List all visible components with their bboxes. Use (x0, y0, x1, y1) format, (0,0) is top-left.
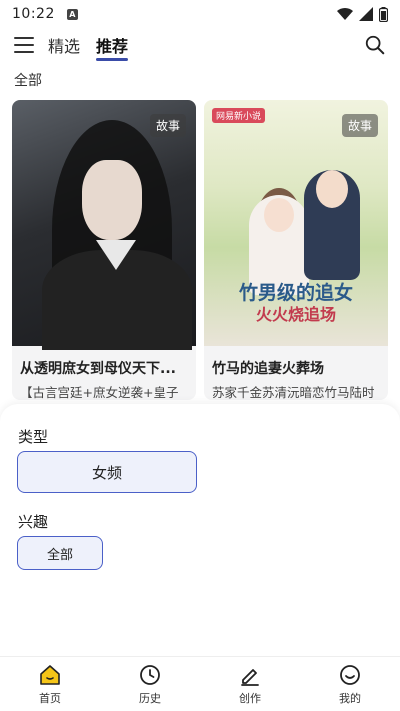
smile-icon (340, 664, 360, 685)
nav-create[interactable]: 创作 (200, 657, 300, 711)
nav-home[interactable]: 首页 (0, 657, 100, 711)
wifi-icon (337, 7, 353, 21)
story-card[interactable]: 故事 从透明庶女到母仪天下... 【古言宫廷+庶女逆袭+皇子 (12, 100, 196, 400)
cover-title-art: 竹男级的追女 火火烧追场 (238, 282, 353, 324)
cover-tag: 网易新小说 (212, 108, 266, 123)
interest-chip-all[interactable]: 全部 (17, 536, 103, 570)
type-chip-female[interactable]: 女频 (17, 451, 197, 493)
nav-mine-label: 我的 (339, 691, 361, 705)
story-badge: 故事 (149, 114, 186, 137)
story-cover-image[interactable]: 网易新小说 竹男级的追女 火火烧追场 故事 (204, 100, 388, 346)
pen-icon (241, 668, 259, 686)
tab-recommended[interactable]: 推荐 (96, 33, 129, 61)
search-icon[interactable] (364, 34, 386, 56)
clock-icon (140, 664, 160, 685)
story-card[interactable]: 网易新小说 竹男级的追女 火火烧追场 故事 竹马的追妻火葬场 苏家千金苏清沅暗恋… (204, 100, 388, 400)
menu-icon[interactable] (14, 37, 34, 53)
story-cover-image[interactable]: 故事 (12, 100, 196, 350)
bottom-nav: 首页 历史 创作 我的 (0, 656, 400, 711)
story-description: 【古言宫廷+庶女逆袭+皇子 (20, 385, 179, 400)
nav-home-label: 首页 (39, 691, 61, 705)
nav-history[interactable]: 历史 (100, 657, 200, 711)
top-nav: 精选 推荐 (0, 28, 400, 62)
notification-icon: A (66, 8, 78, 20)
battery-icon (379, 6, 388, 22)
interest-label: 兴趣 (18, 513, 49, 531)
nav-history-label: 历史 (139, 691, 161, 705)
filter-sheet: 类型 女频 兴趣 全部 (0, 404, 400, 656)
status-icons (337, 6, 388, 22)
nav-create-label: 创作 (239, 691, 261, 705)
story-badge: 故事 (341, 114, 378, 137)
story-description: 苏家千金苏清沅暗恋竹马陆时 (212, 385, 375, 400)
status-bar: 10:22 A (0, 0, 400, 28)
section-label: 全部 (14, 73, 42, 89)
type-label: 类型 (18, 428, 49, 446)
status-time: 10:22 (12, 6, 55, 22)
home-icon (40, 664, 60, 685)
tab-featured[interactable]: 精选 (48, 33, 80, 57)
story-title[interactable]: 从透明庶女到母仪天下... (20, 358, 190, 378)
signal-icon (359, 7, 373, 21)
nav-mine[interactable]: 我的 (300, 657, 400, 711)
story-title[interactable]: 竹马的追妻火葬场 (212, 358, 382, 378)
